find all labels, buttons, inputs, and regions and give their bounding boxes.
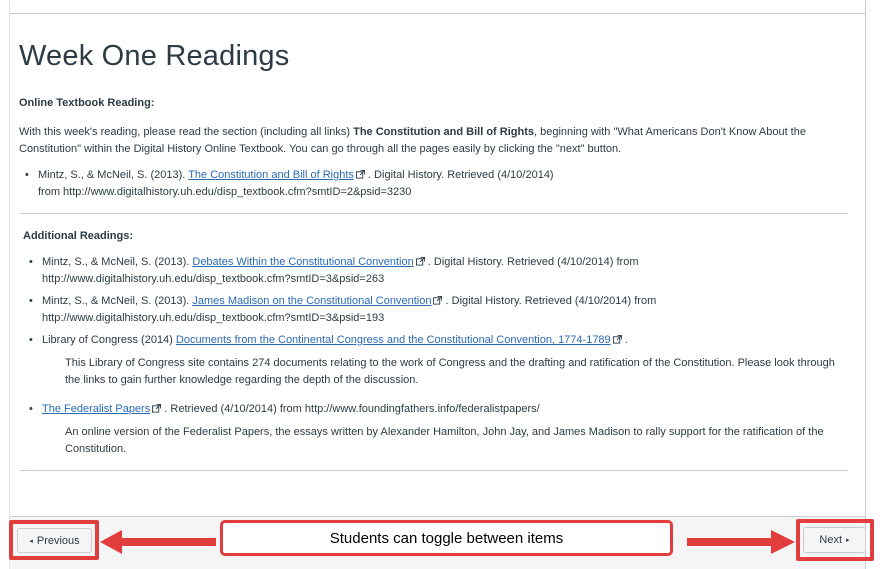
list-item: Mintz, S., & McNeil, S. (2013). Debates … — [23, 254, 854, 288]
divider — [20, 470, 848, 471]
external-link-icon — [612, 335, 622, 344]
previous-button-highlight — [9, 520, 99, 560]
citation-suffix: . — [621, 334, 628, 346]
citation-prefix: Mintz, S., & McNeil, S. (2013). — [38, 169, 189, 181]
divider — [20, 213, 848, 214]
annotation-callout: Students can toggle between items — [220, 520, 673, 556]
right-scroll-gutter — [865, 0, 882, 569]
left-frame — [0, 0, 10, 569]
citation-url: http://www.digitalhistory.uh.edu/disp_te… — [42, 312, 385, 324]
textbook-citation-list: Mintz, S., & McNeil, S. (2013). The Cons… — [19, 167, 854, 201]
citation-suffix: . Retrieved (4/10/2014) from http://www.… — [161, 403, 540, 415]
federalist-description: An online version of the Federalist Pape… — [65, 426, 824, 455]
federalist-list: The Federalist Papers . Retrieved (4/10/… — [23, 401, 854, 418]
list-item: The Federalist Papers . Retrieved (4/10/… — [23, 401, 854, 418]
additional-readings-heading: Additional Readings: — [23, 230, 133, 242]
citation-suffix: . Digital History. Retrieved (4/10/2014)… — [442, 295, 657, 307]
external-link-icon — [355, 170, 365, 179]
citation-suffix: . Digital History. Retrieved (4/10/2014) — [364, 169, 554, 181]
continental-congress-documents-link[interactable]: Documents from the Continental Congress … — [176, 334, 611, 346]
citation-url: from http://www.digitalhistory.uh.edu/di… — [38, 186, 412, 198]
constitution-bill-of-rights-link[interactable]: The Constitution and Bill of Rights — [188, 169, 354, 181]
citation-prefix: Library of Congress (2014) — [42, 334, 176, 346]
debates-constitutional-convention-link[interactable]: Debates Within the Constitutional Conven… — [192, 256, 413, 268]
citation-prefix: Mintz, S., & McNeil, S. (2013). — [42, 256, 193, 268]
external-link-icon — [152, 404, 162, 413]
next-button-highlight — [796, 519, 874, 561]
additional-readings-list: Mintz, S., & McNeil, S. (2013). Debates … — [23, 254, 854, 349]
intro-text-bold: The Constitution and Bill of Rights — [353, 126, 534, 138]
additional-readings-section: Additional Readings: Mintz, S., & McNeil… — [23, 230, 854, 458]
james-madison-link[interactable]: James Madison on the Constitutional Conv… — [192, 295, 431, 307]
top-frame — [0, 0, 882, 14]
online-textbook-heading: Online Textbook Reading: — [19, 97, 155, 109]
federalist-papers-link[interactable]: The Federalist Papers — [42, 403, 150, 415]
textbook-intro: With this week's reading, please read th… — [19, 124, 849, 158]
library-of-congress-description: This Library of Congress site contains 2… — [65, 357, 835, 386]
arrow-right-icon — [687, 530, 795, 554]
page-content: Week One Readings Online Textbook Readin… — [19, 14, 854, 471]
intro-text-pre: With this week's reading, please read th… — [19, 126, 354, 138]
list-item: Library of Congress (2014) Documents fro… — [23, 332, 854, 349]
citation-url: http://www.digitalhistory.uh.edu/disp_te… — [42, 273, 385, 285]
citation-suffix: . Digital History. Retrieved (4/10/2014)… — [424, 256, 639, 268]
citation-prefix: Mintz, S., & McNeil, S. (2013). — [42, 295, 193, 307]
list-item: Mintz, S., & McNeil, S. (2013). James Ma… — [23, 293, 854, 327]
arrow-left-icon — [100, 530, 216, 554]
page-title: Week One Readings — [19, 40, 290, 72]
external-link-icon — [415, 257, 425, 266]
list-item: Mintz, S., & McNeil, S. (2013). The Cons… — [19, 167, 854, 201]
